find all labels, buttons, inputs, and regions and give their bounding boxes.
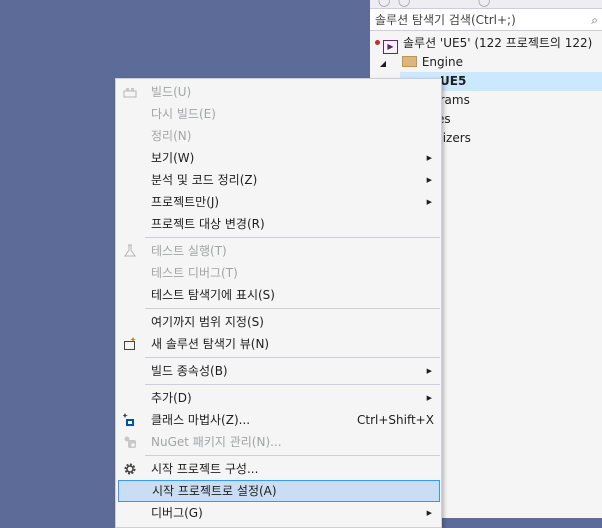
menu-separator xyxy=(145,237,440,238)
menu-item-add[interactable]: 추가(D) ▶ xyxy=(118,387,440,409)
gear-icon xyxy=(124,463,136,475)
menu-separator xyxy=(145,308,440,309)
menu-item-label: 디버그(G) xyxy=(151,506,203,520)
tree-item-label: 솔루션 'UE5' (122 프로젝트의 122) xyxy=(403,36,593,50)
solution-icon: ▶ xyxy=(383,40,398,54)
menu-item-label: 시작 프로젝트로 설정(A) xyxy=(152,484,277,498)
menu-item-configure-startup-projects[interactable]: 시작 프로젝트 구성... xyxy=(118,458,440,480)
search-placeholder: 솔루션 탐색기 검색(Ctrl+;) xyxy=(375,13,516,27)
menu-item-label: NuGet 패키지 관리(N)... xyxy=(151,435,282,449)
menu-item-manage-nuget[interactable]: NuGet 패키지 관리(N)... xyxy=(118,431,440,453)
menu-item-scope-to-this[interactable]: 여기까지 범위 지정(S) xyxy=(118,311,440,333)
submenu-arrow-icon: ▶ xyxy=(426,394,432,402)
menu-item-label: 여기까지 범위 지정(S) xyxy=(151,315,264,329)
menu-separator xyxy=(145,384,440,385)
folder-icon xyxy=(401,56,417,67)
menu-item-label: 프로젝트 대상 변경(R) xyxy=(151,217,265,231)
menu-item-project-only[interactable]: 프로젝트만(J) ▶ xyxy=(118,191,440,213)
menu-item-debug-tests[interactable]: 테스트 디버그(T) xyxy=(118,262,440,284)
menu-item-set-as-startup-project[interactable]: 시작 프로젝트로 설정(A) xyxy=(118,480,440,502)
submenu-arrow-icon: ▶ xyxy=(426,176,432,184)
class-wizard-icon xyxy=(123,413,134,426)
menu-item-build-dependencies[interactable]: 빌드 종속성(B) ▶ xyxy=(118,360,440,382)
menu-item-label: 새 솔루션 탐색기 뷰(N) xyxy=(151,337,270,351)
menu-item-retarget-project[interactable]: 프로젝트 대상 변경(R) xyxy=(118,213,440,235)
solution-explorer-toolbar: ◯ ◯ ◯ xyxy=(370,0,602,9)
tree-item-label: Engine xyxy=(421,55,463,69)
menu-item-label: 빌드(U) xyxy=(151,85,192,99)
menu-item-show-in-test-explorer[interactable]: 테스트 탐색기에 표시(S) xyxy=(118,284,440,306)
forward-icon[interactable]: ◯ xyxy=(398,0,410,7)
tree-item-engine-folder[interactable]: ◢ Engine xyxy=(378,53,463,72)
solution-explorer-search[interactable]: 솔루션 탐색기 검색(Ctrl+;) ⌕ xyxy=(370,9,602,31)
build-icon xyxy=(123,88,137,98)
menu-item-build[interactable]: 빌드(U) xyxy=(118,81,440,103)
context-menu: 빌드(U) 다시 빌드(E) 정리(N) 보기(W) ▶ 분석 및 코드 정리(… xyxy=(115,78,442,528)
tree-item-label: UE5 xyxy=(440,74,467,88)
test-flask-icon xyxy=(124,244,136,257)
menu-item-class-wizard[interactable]: 클래스 마법사(Z)... Ctrl+Shift+X xyxy=(118,409,440,431)
menu-item-shortcut: Ctrl+Shift+X xyxy=(357,413,434,427)
menu-separator xyxy=(145,357,440,358)
menu-item-clean[interactable]: 정리(N) xyxy=(118,125,440,147)
menu-item-rebuild[interactable]: 다시 빌드(E) xyxy=(118,103,440,125)
submenu-arrow-icon: ▶ xyxy=(426,154,432,162)
menu-item-label: 클래스 마법사(Z)... xyxy=(151,413,251,427)
menu-item-label: 시작 프로젝트 구성... xyxy=(151,462,259,476)
menu-item-label: 보기(W) xyxy=(151,151,195,165)
menu-item-label: 분석 및 코드 정리(Z) xyxy=(151,173,258,187)
menu-item-label: 프로젝트만(J) xyxy=(151,195,220,209)
tree-item-solution[interactable]: ▶ 솔루션 'UE5' (122 프로젝트의 122) xyxy=(375,34,593,54)
submenu-arrow-icon: ▶ xyxy=(426,367,432,375)
search-icon[interactable]: ⌕ xyxy=(591,9,598,31)
menu-item-label: 다시 빌드(E) xyxy=(151,107,216,121)
menu-item-label: 빌드 종속성(B) xyxy=(151,364,228,378)
menu-item-label: 정리(N) xyxy=(151,129,192,143)
menu-item-analyze-cleanup[interactable]: 분석 및 코드 정리(Z) ▶ xyxy=(118,169,440,191)
expanded-triangle-icon[interactable]: ◢ xyxy=(378,54,388,73)
back-icon[interactable]: ◯ xyxy=(378,0,390,7)
submenu-arrow-icon: ▶ xyxy=(426,509,432,517)
error-status-icon xyxy=(375,40,380,45)
menu-item-view[interactable]: 보기(W) ▶ xyxy=(118,147,440,169)
menu-item-label: 테스트 실행(T) xyxy=(151,244,227,258)
menu-separator xyxy=(145,455,440,456)
menu-item-run-tests[interactable]: 테스트 실행(T) xyxy=(118,240,440,262)
menu-item-label: 추가(D) xyxy=(151,391,192,405)
menu-item-debug[interactable]: 디버그(G) ▶ xyxy=(118,502,440,524)
menu-item-label: 테스트 디버그(T) xyxy=(151,266,238,280)
menu-item-new-solution-explorer-view[interactable]: 새 솔루션 탐색기 뷰(N) xyxy=(118,333,440,355)
menu-item-label: 테스트 탐색기에 표시(S) xyxy=(151,288,275,302)
sync-icon[interactable]: ◯ xyxy=(478,0,490,7)
nuget-icon xyxy=(124,436,136,448)
new-view-icon xyxy=(124,337,136,350)
submenu-arrow-icon: ▶ xyxy=(426,198,432,206)
